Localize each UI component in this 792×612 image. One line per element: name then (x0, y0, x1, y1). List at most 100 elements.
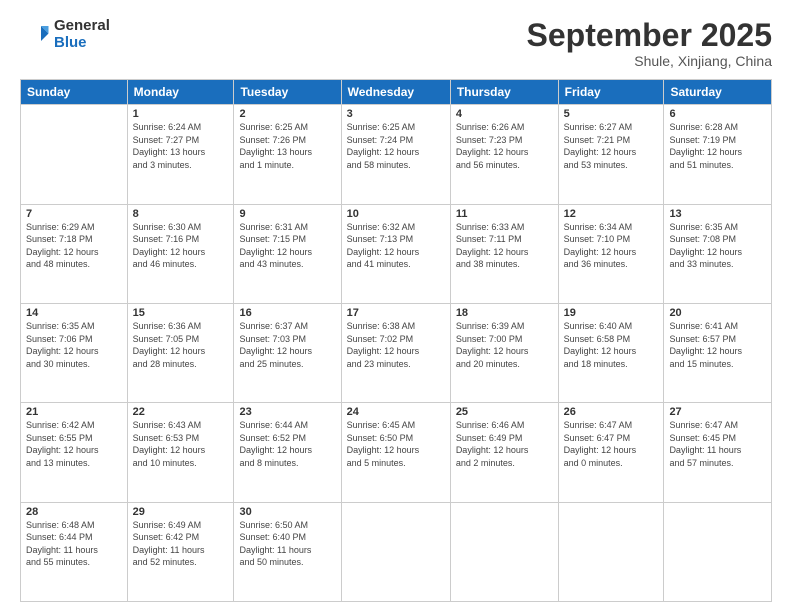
day-number: 16 (239, 307, 335, 319)
day-number: 12 (564, 208, 659, 220)
day-info: Sunrise: 6:38 AM Sunset: 7:02 PM Dayligh… (347, 320, 445, 370)
day-number: 7 (26, 208, 122, 220)
day-number: 10 (347, 208, 445, 220)
day-number: 22 (133, 406, 229, 418)
day-cell: 9Sunrise: 6:31 AM Sunset: 7:15 PM Daylig… (234, 204, 341, 303)
day-cell: 2Sunrise: 6:25 AM Sunset: 7:26 PM Daylig… (234, 105, 341, 204)
day-info: Sunrise: 6:50 AM Sunset: 6:40 PM Dayligh… (239, 519, 335, 569)
day-cell (664, 502, 772, 601)
day-info: Sunrise: 6:47 AM Sunset: 6:45 PM Dayligh… (669, 419, 766, 469)
day-info: Sunrise: 6:29 AM Sunset: 7:18 PM Dayligh… (26, 221, 122, 271)
day-number: 2 (239, 108, 335, 120)
day-number: 29 (133, 506, 229, 518)
day-number: 26 (564, 406, 659, 418)
day-cell: 30Sunrise: 6:50 AM Sunset: 6:40 PM Dayli… (234, 502, 341, 601)
logo: General Blue (20, 18, 110, 51)
day-info: Sunrise: 6:25 AM Sunset: 7:26 PM Dayligh… (239, 121, 335, 171)
day-info: Sunrise: 6:46 AM Sunset: 6:49 PM Dayligh… (456, 419, 553, 469)
day-info: Sunrise: 6:30 AM Sunset: 7:16 PM Dayligh… (133, 221, 229, 271)
week-row-4: 21Sunrise: 6:42 AM Sunset: 6:55 PM Dayli… (21, 403, 772, 502)
day-cell: 5Sunrise: 6:27 AM Sunset: 7:21 PM Daylig… (558, 105, 664, 204)
day-cell: 10Sunrise: 6:32 AM Sunset: 7:13 PM Dayli… (341, 204, 450, 303)
day-info: Sunrise: 6:48 AM Sunset: 6:44 PM Dayligh… (26, 519, 122, 569)
day-cell: 22Sunrise: 6:43 AM Sunset: 6:53 PM Dayli… (127, 403, 234, 502)
day-number: 14 (26, 307, 122, 319)
day-info: Sunrise: 6:33 AM Sunset: 7:11 PM Dayligh… (456, 221, 553, 271)
day-cell: 11Sunrise: 6:33 AM Sunset: 7:11 PM Dayli… (450, 204, 558, 303)
day-info: Sunrise: 6:41 AM Sunset: 6:57 PM Dayligh… (669, 320, 766, 370)
day-info: Sunrise: 6:36 AM Sunset: 7:05 PM Dayligh… (133, 320, 229, 370)
day-number: 24 (347, 406, 445, 418)
day-info: Sunrise: 6:28 AM Sunset: 7:19 PM Dayligh… (669, 121, 766, 171)
day-cell: 14Sunrise: 6:35 AM Sunset: 7:06 PM Dayli… (21, 303, 128, 402)
day-cell (558, 502, 664, 601)
day-number: 27 (669, 406, 766, 418)
day-info: Sunrise: 6:26 AM Sunset: 7:23 PM Dayligh… (456, 121, 553, 171)
day-info: Sunrise: 6:49 AM Sunset: 6:42 PM Dayligh… (133, 519, 229, 569)
week-row-1: 1Sunrise: 6:24 AM Sunset: 7:27 PM Daylig… (21, 105, 772, 204)
title-block: September 2025 Shule, Xinjiang, China (527, 18, 772, 69)
day-cell (21, 105, 128, 204)
day-number: 9 (239, 208, 335, 220)
day-number: 6 (669, 108, 766, 120)
day-cell: 18Sunrise: 6:39 AM Sunset: 7:00 PM Dayli… (450, 303, 558, 402)
day-cell: 24Sunrise: 6:45 AM Sunset: 6:50 PM Dayli… (341, 403, 450, 502)
day-cell: 25Sunrise: 6:46 AM Sunset: 6:49 PM Dayli… (450, 403, 558, 502)
col-header-sunday: Sunday (21, 80, 128, 105)
day-info: Sunrise: 6:27 AM Sunset: 7:21 PM Dayligh… (564, 121, 659, 171)
col-header-monday: Monday (127, 80, 234, 105)
day-cell: 13Sunrise: 6:35 AM Sunset: 7:08 PM Dayli… (664, 204, 772, 303)
day-info: Sunrise: 6:34 AM Sunset: 7:10 PM Dayligh… (564, 221, 659, 271)
day-cell: 7Sunrise: 6:29 AM Sunset: 7:18 PM Daylig… (21, 204, 128, 303)
day-cell: 23Sunrise: 6:44 AM Sunset: 6:52 PM Dayli… (234, 403, 341, 502)
day-number: 21 (26, 406, 122, 418)
logo-general-text: General (54, 18, 110, 35)
col-header-saturday: Saturday (664, 80, 772, 105)
week-row-2: 7Sunrise: 6:29 AM Sunset: 7:18 PM Daylig… (21, 204, 772, 303)
day-info: Sunrise: 6:31 AM Sunset: 7:15 PM Dayligh… (239, 221, 335, 271)
day-cell: 15Sunrise: 6:36 AM Sunset: 7:05 PM Dayli… (127, 303, 234, 402)
day-cell: 6Sunrise: 6:28 AM Sunset: 7:19 PM Daylig… (664, 105, 772, 204)
day-number: 15 (133, 307, 229, 319)
day-cell: 26Sunrise: 6:47 AM Sunset: 6:47 PM Dayli… (558, 403, 664, 502)
week-row-5: 28Sunrise: 6:48 AM Sunset: 6:44 PM Dayli… (21, 502, 772, 601)
day-info: Sunrise: 6:24 AM Sunset: 7:27 PM Dayligh… (133, 121, 229, 171)
day-cell: 3Sunrise: 6:25 AM Sunset: 7:24 PM Daylig… (341, 105, 450, 204)
day-info: Sunrise: 6:44 AM Sunset: 6:52 PM Dayligh… (239, 419, 335, 469)
main-title: September 2025 (527, 18, 772, 53)
day-info: Sunrise: 6:35 AM Sunset: 7:06 PM Dayligh… (26, 320, 122, 370)
day-info: Sunrise: 6:32 AM Sunset: 7:13 PM Dayligh… (347, 221, 445, 271)
day-number: 11 (456, 208, 553, 220)
day-cell: 20Sunrise: 6:41 AM Sunset: 6:57 PM Dayli… (664, 303, 772, 402)
day-cell: 8Sunrise: 6:30 AM Sunset: 7:16 PM Daylig… (127, 204, 234, 303)
day-cell: 16Sunrise: 6:37 AM Sunset: 7:03 PM Dayli… (234, 303, 341, 402)
week-row-3: 14Sunrise: 6:35 AM Sunset: 7:06 PM Dayli… (21, 303, 772, 402)
day-cell: 28Sunrise: 6:48 AM Sunset: 6:44 PM Dayli… (21, 502, 128, 601)
day-number: 25 (456, 406, 553, 418)
day-number: 30 (239, 506, 335, 518)
col-header-tuesday: Tuesday (234, 80, 341, 105)
day-number: 17 (347, 307, 445, 319)
day-number: 3 (347, 108, 445, 120)
day-cell: 19Sunrise: 6:40 AM Sunset: 6:58 PM Dayli… (558, 303, 664, 402)
logo-icon (20, 20, 50, 50)
day-cell: 17Sunrise: 6:38 AM Sunset: 7:02 PM Dayli… (341, 303, 450, 402)
col-header-wednesday: Wednesday (341, 80, 450, 105)
day-cell: 1Sunrise: 6:24 AM Sunset: 7:27 PM Daylig… (127, 105, 234, 204)
day-cell: 21Sunrise: 6:42 AM Sunset: 6:55 PM Dayli… (21, 403, 128, 502)
day-number: 8 (133, 208, 229, 220)
day-info: Sunrise: 6:43 AM Sunset: 6:53 PM Dayligh… (133, 419, 229, 469)
day-cell: 12Sunrise: 6:34 AM Sunset: 7:10 PM Dayli… (558, 204, 664, 303)
col-header-thursday: Thursday (450, 80, 558, 105)
day-number: 23 (239, 406, 335, 418)
day-number: 4 (456, 108, 553, 120)
day-cell (450, 502, 558, 601)
day-number: 19 (564, 307, 659, 319)
day-number: 5 (564, 108, 659, 120)
day-number: 28 (26, 506, 122, 518)
day-number: 18 (456, 307, 553, 319)
day-number: 20 (669, 307, 766, 319)
day-info: Sunrise: 6:40 AM Sunset: 6:58 PM Dayligh… (564, 320, 659, 370)
day-info: Sunrise: 6:35 AM Sunset: 7:08 PM Dayligh… (669, 221, 766, 271)
day-number: 1 (133, 108, 229, 120)
